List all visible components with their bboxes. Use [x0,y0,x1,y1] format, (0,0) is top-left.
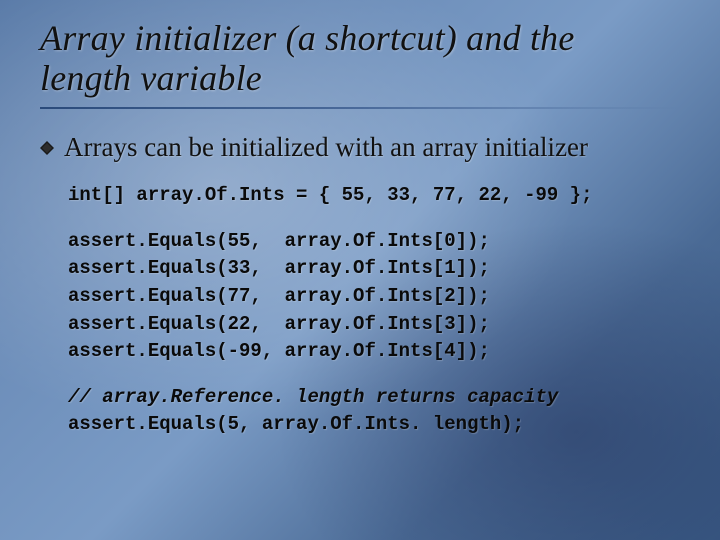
title-line-2: length variable [40,58,262,98]
code-line-assert-4: assert.Equals(-99, array.Of.Ints[4]); [68,340,490,362]
slide: Array initializer (a shortcut) and the l… [0,0,720,540]
code-line-length: assert.Equals(5, array.Of.Ints. length); [68,413,524,435]
code-line-decl: int[] array.Of.Ints = { 55, 33, 77, 22, … [68,184,593,206]
code-gap [68,366,680,384]
title-line-1: Array initializer (a shortcut) and the [40,18,575,58]
code-line-assert-2: assert.Equals(77, array.Of.Ints[2]); [68,285,490,307]
code-line-assert-3: assert.Equals(22, array.Of.Ints[3]); [68,313,490,335]
slide-title: Array initializer (a shortcut) and the l… [40,18,680,99]
code-gap [68,210,680,228]
title-underline [40,107,680,109]
bullet-text: Arrays can be initialized with an array … [64,131,588,165]
slide-content: Array initializer (a shortcut) and the l… [40,18,680,439]
code-line-assert-1: assert.Equals(33, array.Of.Ints[1]); [68,257,490,279]
bullet-row: Arrays can be initialized with an array … [40,131,680,165]
code-line-comment: // array.Reference. length returns capac… [68,386,558,408]
diamond-bullet-icon [40,141,54,155]
code-line-assert-0: assert.Equals(55, array.Of.Ints[0]); [68,230,490,252]
code-block: int[] array.Of.Ints = { 55, 33, 77, 22, … [68,182,680,438]
